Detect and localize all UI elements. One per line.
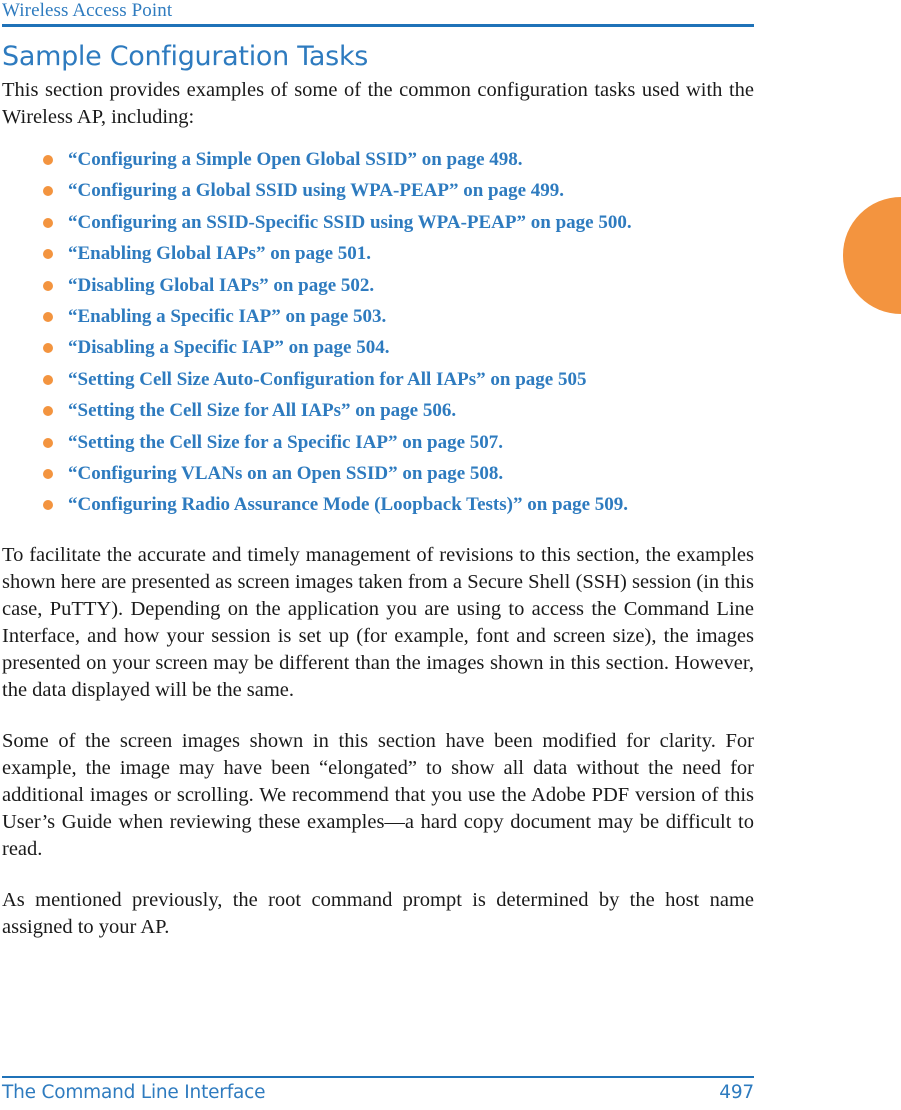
section-title: Sample Configuration Tasks [2, 41, 369, 72]
list-item[interactable]: “Configuring an SSID-Specific SSID using… [2, 212, 754, 234]
cross-reference-link[interactable]: “Disabling a Specific IAP” on page 504. [68, 337, 389, 358]
body-paragraph-2: Some of the screen images shown in this … [2, 730, 754, 861]
cross-reference-link[interactable]: “Setting the Cell Size for All IAPs” on … [68, 400, 456, 421]
bullet-icon [43, 406, 53, 417]
page-footer: The Command Line Interface 497 [2, 1076, 754, 1104]
bullet-icon [43, 343, 53, 354]
list-item[interactable]: “Disabling Global IAPs” on page 502. [2, 275, 754, 297]
list-item[interactable]: “Enabling Global IAPs” on page 501. [2, 243, 754, 265]
list-item[interactable]: “Configuring a Global SSID using WPA-PEA… [2, 180, 754, 202]
footer-chapter-title: The Command Line Interface [2, 1082, 266, 1103]
bullet-icon [43, 217, 53, 228]
bullet-icon [43, 280, 53, 291]
cross-reference-link[interactable]: “Enabling a Specific IAP” on page 503. [68, 306, 386, 327]
running-header-title: Wireless Access Point [2, 0, 173, 21]
list-item[interactable]: “Configuring Radio Assurance Mode (Loopb… [2, 494, 754, 516]
list-item[interactable]: “Configuring VLANs on an Open SSID” on p… [2, 463, 754, 485]
cross-reference-link[interactable]: “Setting the Cell Size for a Specific IA… [68, 432, 503, 453]
header-rule [2, 24, 754, 27]
lead-paragraph: This section provides examples of some o… [2, 79, 754, 128]
cross-reference-link[interactable]: “Configuring a Simple Open Global SSID” … [68, 149, 523, 170]
list-item[interactable]: “Disabling a Specific IAP” on page 504. [2, 337, 754, 359]
cross-reference-link[interactable]: “Setting Cell Size Auto-Configuration fo… [68, 369, 586, 390]
bullet-icon [43, 374, 53, 385]
bullet-icon [43, 437, 53, 448]
cross-reference-link[interactable]: “Configuring Radio Assurance Mode (Loopb… [68, 494, 628, 515]
bullet-icon [43, 249, 53, 260]
footer-rule [2, 1076, 754, 1078]
chapter-thumb-tab [843, 197, 901, 314]
list-item[interactable]: “Setting the Cell Size for a Specific IA… [2, 432, 754, 454]
list-item[interactable]: “Enabling a Specific IAP” on page 503. [2, 306, 754, 328]
cross-reference-link[interactable]: “Disabling Global IAPs” on page 502. [68, 275, 374, 296]
footer-row: The Command Line Interface 497 [2, 1082, 754, 1104]
bullet-icon [43, 155, 53, 165]
body-paragraph-3: As mentioned previously, the root comman… [2, 889, 754, 939]
bullet-icon [43, 468, 53, 479]
bullet-icon [43, 311, 53, 322]
cross-reference-list: “Configuring a Simple Open Global SSID” … [2, 149, 754, 516]
list-item[interactable]: “Setting the Cell Size for All IAPs” on … [2, 400, 754, 422]
document-page: Wireless Access Point Sample Configurati… [0, 0, 901, 1110]
list-item[interactable]: “Configuring a Simple Open Global SSID” … [2, 149, 754, 171]
cross-reference-link[interactable]: “Configuring a Global SSID using WPA-PEA… [68, 180, 564, 201]
body-paragraph-1: To facilitate the accurate and timely ma… [2, 544, 754, 702]
bullet-icon [43, 186, 53, 197]
cross-reference-link[interactable]: “Enabling Global IAPs” on page 501. [68, 243, 371, 264]
footer-page-number: 497 [719, 1082, 754, 1103]
page-header: Wireless Access Point [2, 0, 754, 27]
cross-reference-link[interactable]: “Configuring an SSID-Specific SSID using… [68, 212, 632, 233]
list-item[interactable]: “Setting Cell Size Auto-Configuration fo… [2, 369, 754, 391]
bullet-icon [43, 500, 53, 511]
cross-reference-link[interactable]: “Configuring VLANs on an Open SSID” on p… [68, 463, 503, 484]
page-content: Sample Configuration Tasks This section … [2, 40, 754, 941]
